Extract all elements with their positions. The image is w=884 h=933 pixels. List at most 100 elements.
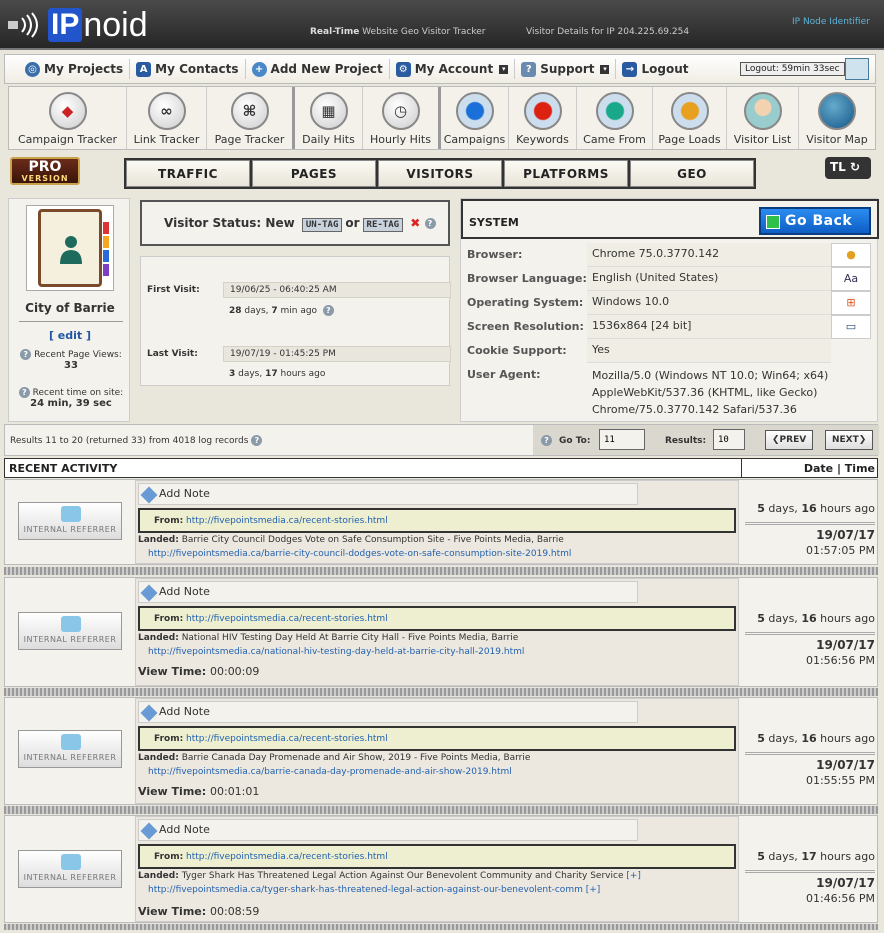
landed-label: Landed: (138, 535, 179, 545)
pager: ? Go To: Results: ❮PREV NEXT❯ (533, 425, 879, 455)
from-label: From: (154, 734, 184, 744)
activity-entry: INTERNAL REFERRER Add Note From: http://… (4, 697, 878, 805)
toolbar-keywords[interactable]: Keywords (509, 87, 577, 149)
add-note-button[interactable]: Add Note (138, 819, 638, 841)
results-per-page-input[interactable] (713, 429, 745, 450)
help-icon[interactable]: ? (20, 349, 32, 360)
nav-label: My Projects (44, 62, 124, 76)
nav-label: Logout (641, 62, 689, 76)
entry-time: 01:56:56 PM (805, 654, 875, 667)
page-tracker-icon: ⌘ (230, 92, 269, 130)
nav-my-contacts[interactable]: A My Contacts (130, 59, 246, 79)
untag-button[interactable]: UN-TAG (301, 218, 343, 232)
landed-label: Landed: (138, 633, 179, 643)
keywords-icon (523, 92, 562, 130)
landed-link[interactable]: http://fivepointsmedia.ca/barrie-city-co… (148, 549, 571, 559)
tab-visitors[interactable]: VISITORS (378, 160, 502, 187)
app-header: IP noid Real-Time Website Geo Visitor Tra… (0, 0, 884, 50)
dropdown-icon: ▾ (600, 64, 610, 74)
toolbar-campaign-tracker[interactable]: ◆ Campaign Tracker (9, 87, 127, 149)
visitor-name: City of Barrie (25, 301, 115, 315)
add-note-label: Add Note (159, 585, 210, 598)
from-link[interactable]: http://fivepointsmedia.ca/recent-stories… (186, 614, 388, 624)
toolbar-came-from[interactable]: Came From (577, 87, 653, 149)
link-icon: ∞ (147, 92, 186, 130)
internal-referrer-badge: INTERNAL REFERRER (18, 502, 122, 540)
toolbar-page-loads[interactable]: Page Loads (653, 87, 727, 149)
close-icon[interactable]: ✖ (410, 216, 420, 230)
toolbar-daily-hits[interactable]: ▦ Daily Hits (295, 87, 363, 149)
toolbar-campaigns[interactable]: Campaigns (441, 87, 509, 149)
hours-value: 16 (801, 502, 817, 515)
toolbar-page-tracker[interactable]: ⌘ Page Tracker (207, 87, 295, 149)
entry-details: Add Note From: http://fivepointsmedia.ca… (135, 698, 739, 804)
tl-label: TL (830, 160, 846, 174)
help-icon[interactable]: ? (18, 387, 30, 398)
from-link[interactable]: http://fivepointsmedia.ca/recent-stories… (186, 734, 388, 744)
system-panel: SYSTEM Go Back Browser: Chrome 75.0.3770.… (460, 198, 879, 422)
entry-date: 19/07/17 (816, 758, 875, 772)
nav-add-project[interactable]: + Add New Project (246, 59, 390, 79)
home-icon (61, 616, 81, 632)
nav-label: My Contacts (155, 62, 239, 76)
tab-traffic[interactable]: TRAFFIC (126, 160, 250, 187)
help-icon[interactable]: ? (251, 435, 263, 446)
toolbar-visitor-list[interactable]: Visitor List (727, 87, 799, 149)
from-link[interactable]: http://fivepointsmedia.ca/recent-stories… (186, 852, 388, 862)
divider (19, 321, 123, 322)
help-icon[interactable]: ? (541, 435, 552, 446)
ipnoid-logo[interactable]: IP noid (6, 6, 148, 44)
expand-link[interactable]: [+] (626, 871, 641, 881)
activity-entry: INTERNAL REFERRER Add Note From: http://… (4, 815, 878, 923)
calendar-icon: ▦ (309, 92, 348, 130)
goto-input[interactable] (599, 429, 645, 450)
entry-time: 01:57:05 PM (805, 544, 875, 557)
row-value: Windows 10.0 (587, 291, 831, 315)
help-icon[interactable]: ? (322, 305, 334, 316)
add-note-button[interactable]: Add Note (138, 483, 638, 505)
first-visit-date: 19/06/25 - 06:40:25 AM (223, 282, 451, 298)
system-row-cookie: Cookie Support: Yes (461, 339, 879, 363)
tab-platforms[interactable]: PLATFORMS (504, 160, 628, 187)
toolbar-link-tracker[interactable]: ∞ Link Tracker (127, 87, 207, 149)
next-button[interactable]: NEXT❯ (825, 430, 874, 450)
entry-date: 19/07/17 (816, 876, 875, 890)
system-row-language: Browser Language: English (United States)… (461, 267, 879, 291)
recent-time-on-site: ? Recent time on site: 24 min, 39 sec (13, 387, 129, 409)
add-project-icon: + (251, 61, 267, 77)
node-identifier-link[interactable]: IP Node Identifier (792, 17, 870, 27)
prev-button[interactable]: ❮PREV (765, 430, 814, 450)
from-label: From: (154, 516, 184, 526)
add-note-button[interactable]: Add Note (138, 701, 638, 723)
divider (745, 522, 875, 525)
expand-link[interactable]: [+] (586, 885, 601, 895)
tl-refresh-button[interactable]: TL ↻ (825, 157, 871, 179)
tab-geo[interactable]: GEO (630, 160, 754, 187)
nav-logout[interactable]: → Logout (616, 59, 694, 79)
visitor-list-icon (743, 92, 782, 130)
toolbar-hourly-hits[interactable]: ◷ Hourly Hits (363, 87, 441, 149)
nav-label: Add New Project (270, 62, 383, 76)
from-link[interactable]: http://fivepointsmedia.ca/recent-stories… (186, 516, 388, 526)
version-label: VERSION (21, 174, 69, 183)
tab-pages[interactable]: PAGES (252, 160, 376, 187)
nav-my-account[interactable]: ⚙ My Account ▾ (390, 59, 516, 79)
toolbar-visitor-map[interactable]: Visitor Map (799, 87, 875, 149)
landed-link[interactable]: http://fivepointsmedia.ca/tyger-shark-ha… (148, 885, 583, 895)
landed-link[interactable]: http://fivepointsmedia.ca/national-hiv-t… (148, 647, 524, 657)
report-tabs: TRAFFIC PAGES VISITORS PLATFORMS GEO (124, 158, 756, 189)
help-icon[interactable]: ? (424, 218, 436, 229)
activity-header: RECENT ACTIVITY Date | Time (4, 458, 878, 478)
report-toolbar: ◆ Campaign Tracker ∞ Link Tracker ⌘ Page Tr… (8, 86, 876, 150)
retag-button[interactable]: RE-TAG (362, 218, 404, 232)
go-back-button[interactable]: Go Back (759, 207, 871, 235)
fullscreen-icon[interactable] (845, 58, 869, 80)
nav-my-projects[interactable]: ◎ My Projects (19, 59, 131, 79)
nav-support[interactable]: ? Support ▾ (515, 59, 617, 79)
referrer-label: INTERNAL REFERRER (23, 873, 117, 882)
toolbar-label: Visitor List (733, 133, 792, 146)
add-note-button[interactable]: Add Note (138, 581, 638, 603)
edit-link[interactable]: [ edit ] (9, 329, 131, 342)
row-key: User Agent: (467, 368, 541, 381)
landed-link[interactable]: http://fivepointsmedia.ca/barrie-canada-… (148, 767, 512, 777)
